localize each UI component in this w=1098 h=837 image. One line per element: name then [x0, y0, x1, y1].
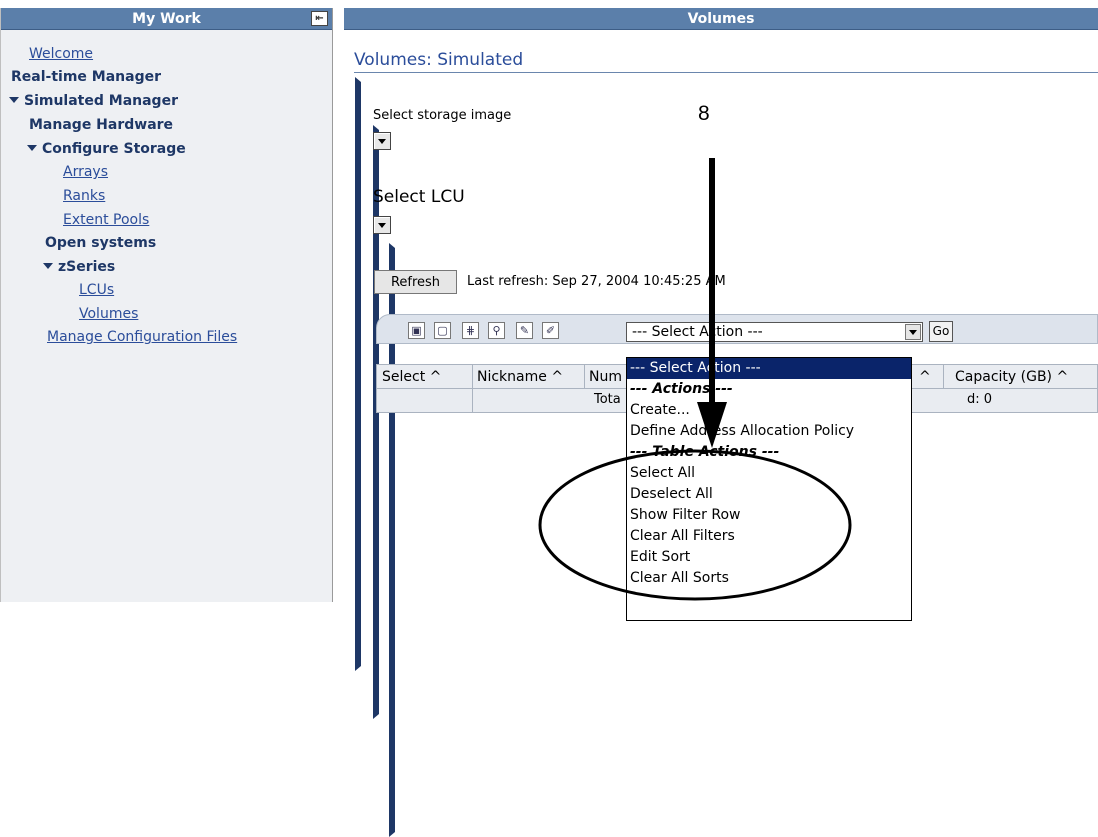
nav-welcome[interactable]: Welcome [29, 46, 93, 62]
select-action-menu: --- Select Action --- --- Actions --- Cr… [626, 357, 912, 621]
nav-ranks[interactable]: Ranks [63, 188, 105, 204]
menu-item-show-filter-row[interactable]: Show Filter Row [627, 505, 911, 526]
deselect-all-icon[interactable]: ▢ [434, 322, 451, 339]
menu-item-clear-all-sorts[interactable]: Clear All Sorts [627, 568, 911, 589]
clear-filters-icon[interactable]: ⚲ [488, 322, 505, 339]
column-divider [472, 365, 473, 389]
menu-item-select-all[interactable]: Select All [627, 463, 911, 484]
my-work-header: My Work ⇤ [1, 8, 332, 30]
volumes-header-title: Volumes [687, 10, 755, 27]
menu-item-define-address-allocation-policy[interactable]: Define Address Allocation Policy [627, 421, 911, 442]
column-capacity[interactable]: Capacity (GB) ^ [955, 369, 1068, 385]
nav-open-systems[interactable]: Open systems [45, 235, 395, 837]
nav-extent-pools-link[interactable]: Extent Pools [63, 212, 149, 228]
menu-item-select-action[interactable]: --- Select Action --- [627, 358, 911, 379]
chevron-down-icon[interactable] [905, 324, 921, 340]
column-divider [584, 365, 585, 389]
volumes-header: Volumes [344, 8, 1098, 30]
last-refresh-text: Last refresh: Sep 27, 2004 10:45:25 AM [467, 274, 726, 289]
title-divider [354, 72, 1098, 73]
refresh-button[interactable]: Refresh [374, 270, 457, 294]
nav-volumes-link[interactable]: Volumes [79, 306, 138, 322]
column-sort-indicator[interactable]: ^ [919, 369, 931, 385]
page-title: Volumes: Simulated [354, 50, 524, 70]
nav-configure-storage-label: Configure Storage [42, 141, 186, 157]
nav-real-time-manager-label: Real-time Manager [11, 69, 161, 85]
nav-lcus-link[interactable]: LCUs [79, 282, 114, 298]
nav-volumes[interactable]: Volumes [79, 306, 138, 322]
show-filter-row-icon[interactable]: ⋕ [462, 322, 479, 339]
clear-sorts-icon[interactable]: ✐ [542, 322, 559, 339]
nav-welcome-link[interactable]: Welcome [29, 46, 93, 62]
menu-item-create[interactable]: Create... [627, 400, 911, 421]
select-storage-image-label: Select storage image [373, 108, 512, 123]
nav-extent-pools[interactable]: Extent Pools [63, 212, 149, 228]
select-all-icon[interactable]: ▣ [408, 322, 425, 339]
collapse-panel-icon[interactable]: ⇤ [311, 11, 328, 26]
nav-manage-hardware-label: Manage Hardware [29, 117, 174, 133]
collapse-icon[interactable] [27, 145, 37, 151]
menu-item-edit-sort[interactable]: Edit Sort [627, 547, 911, 568]
column-select[interactable]: Select ^ [382, 369, 441, 385]
nav-open-systems-label: Open systems [45, 235, 157, 251]
menu-header-table-actions: --- Table Actions --- [630, 444, 780, 460]
select-action-dropdown[interactable]: --- Select Action --- [626, 322, 923, 342]
collapse-icon[interactable] [43, 263, 53, 269]
my-work-panel: My Work ⇤ Welcome Real-time Manager Simu… [0, 8, 395, 837]
nav-zseries[interactable]: zSeries [43, 259, 115, 275]
menu-item-deselect-all[interactable]: Deselect All [627, 484, 911, 505]
edit-sort-icon[interactable]: ✎ [516, 322, 533, 339]
nav-arrays-link[interactable]: Arrays [63, 164, 108, 180]
select-lcu-label: Select LCU [373, 187, 465, 207]
totals-text-right: d: 0 [967, 392, 993, 407]
nav-configure-storage[interactable]: Configure Storage [27, 141, 186, 157]
storage-image-dropdown[interactable] [373, 132, 391, 150]
menu-item-clear-all-filters[interactable]: Clear All Filters [627, 526, 911, 547]
nav-manage-configuration-files[interactable]: Manage Configuration Files [47, 329, 237, 345]
column-number[interactable]: Num [589, 369, 622, 385]
nav-ranks-link[interactable]: Ranks [63, 188, 105, 204]
go-button[interactable]: Go [929, 321, 953, 342]
menu-header-actions: --- Actions --- [630, 381, 733, 397]
nav-zseries-label: zSeries [58, 259, 116, 275]
collapse-icon[interactable] [9, 97, 19, 103]
column-divider [943, 365, 944, 389]
totals-text-left: Tota [594, 392, 621, 407]
nav-real-time-manager[interactable]: Real-time Manager [11, 69, 361, 671]
my-work-title: My Work [132, 10, 201, 27]
nav-arrays[interactable]: Arrays [63, 164, 108, 180]
nav-lcus[interactable]: LCUs [79, 282, 114, 298]
nav-manage-configuration-files-link[interactable]: Manage Configuration Files [47, 329, 237, 345]
lcu-dropdown[interactable] [373, 216, 391, 234]
nav-simulated-manager-label: Simulated Manager [24, 93, 178, 109]
column-divider [472, 389, 473, 412]
select-action-value: --- Select Action --- [632, 324, 763, 340]
nav-manage-hardware[interactable]: Manage Hardware [29, 117, 379, 719]
callout-number: 8 [698, 102, 710, 125]
volumes-panel: Volumes Volumes: Simulated Select storag… [344, 8, 1098, 621]
nav-simulated-manager[interactable]: Simulated Manager [9, 93, 178, 109]
column-nickname[interactable]: Nickname ^ [477, 369, 563, 385]
